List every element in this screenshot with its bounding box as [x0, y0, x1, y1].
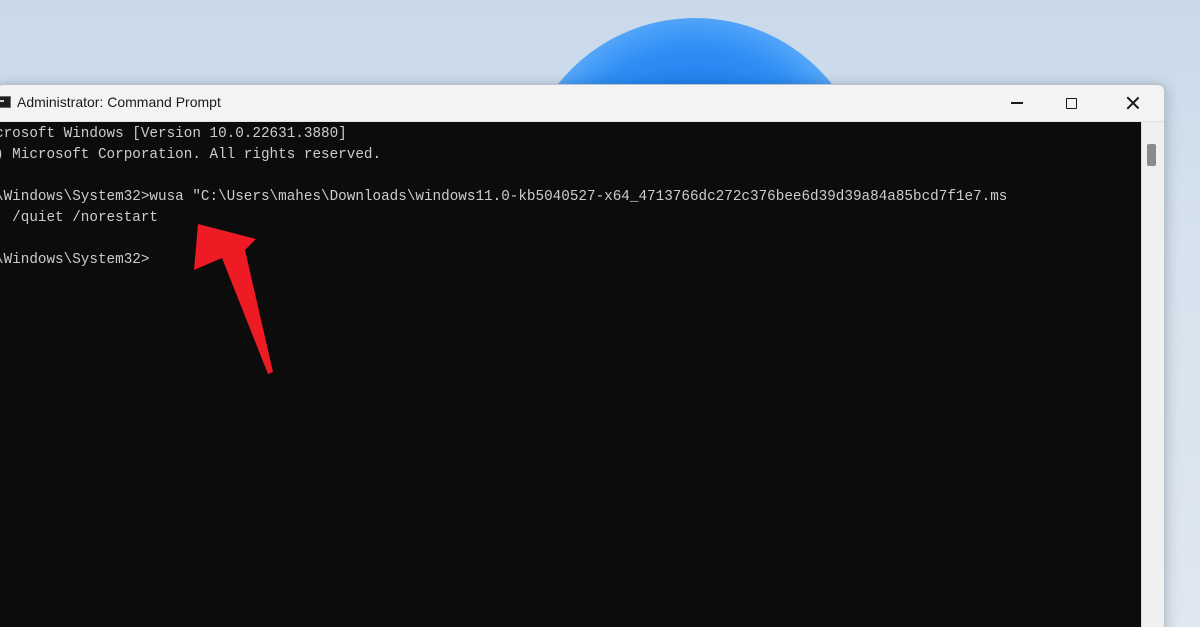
- console-line: \Windows\System32>wusa "C:\Users\mahes\D…: [0, 189, 1008, 205]
- console-output[interactable]: crosoft Windows [Version 10.0.22631.3880…: [0, 122, 1141, 627]
- window-title: Administrator: Command Prompt: [17, 94, 221, 110]
- console-line: ) Microsoft Corporation. All rights rese…: [0, 147, 382, 163]
- scrollbar-thumb[interactable]: [1147, 144, 1156, 166]
- maximize-icon: [1065, 97, 1077, 109]
- command-prompt-window[interactable]: Administrator: Command Prompt crosoft Wi…: [0, 84, 1165, 627]
- console-prompt-line[interactable]: \Windows\System32>: [0, 250, 1007, 271]
- minimize-button[interactable]: [987, 85, 1047, 121]
- cmd-icon: [0, 96, 11, 108]
- console-line: crosoft Windows [Version 10.0.22631.3880…: [0, 126, 347, 142]
- vertical-scrollbar[interactable]: [1141, 122, 1164, 627]
- close-icon: [1126, 96, 1140, 110]
- title-bar[interactable]: Administrator: Command Prompt: [0, 85, 1164, 122]
- console-line: ' /quiet /norestart: [0, 210, 159, 226]
- maximize-button[interactable]: [1041, 85, 1101, 121]
- console-lines: crosoft Windows [Version 10.0.22631.3880…: [0, 124, 1007, 271]
- close-button[interactable]: [1103, 85, 1163, 121]
- minimize-icon: [1011, 102, 1023, 104]
